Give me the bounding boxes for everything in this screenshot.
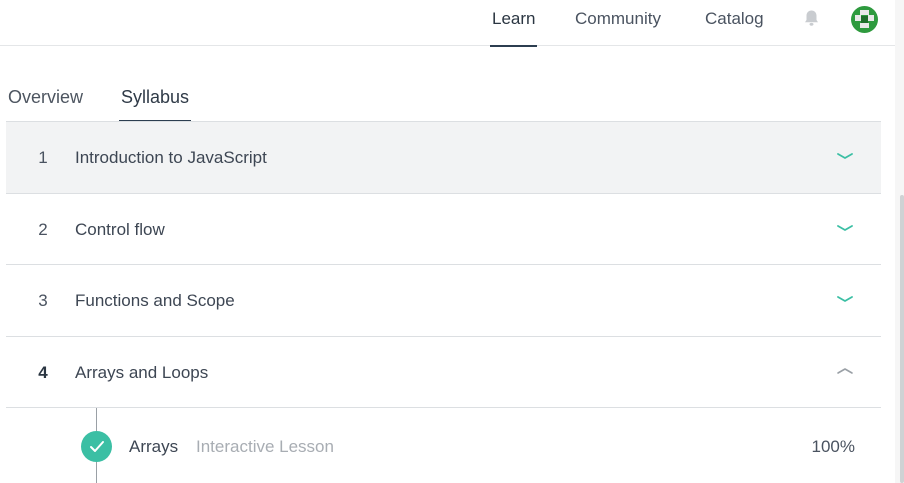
tab-syllabus[interactable]: Syllabus [119,86,192,123]
section-number: 3 [38,291,48,310]
completed-check-icon [81,431,112,462]
syllabus-section[interactable]: 3 Functions and Scope [6,264,881,336]
nav-learn[interactable]: Learn [490,9,538,47]
section-title: Introduction to JavaScript [75,148,267,167]
bell-icon[interactable] [803,9,820,27]
syllabus-section[interactable]: 2 Control flow [6,192,881,265]
syllabus-section[interactable]: 4 Arrays and Loops [6,335,881,408]
nav-community-label: Community [575,9,661,28]
chevron-down-icon[interactable] [836,222,854,234]
avatar[interactable] [851,6,878,33]
tab-syllabus-label: Syllabus [121,87,190,107]
lesson-type: Interactive Lesson [196,437,334,456]
section-title: Control flow [75,219,165,239]
nav-catalog-label: Catalog [705,9,764,28]
section-title: Arrays and Loops [75,362,209,382]
chevron-down-icon[interactable] [836,150,854,162]
lesson-row[interactable]: Arrays Interactive Lesson 100% [6,407,881,483]
chevron-up-icon[interactable] [836,365,854,377]
nav-learn-label: Learn [492,9,536,28]
section-number: 4 [38,362,48,382]
top-nav: Learn Community Catalog [0,0,895,47]
nav-community[interactable]: Community [575,9,661,46]
section-number: 2 [38,219,48,239]
section-number: 1 [38,148,48,167]
nav-catalog[interactable]: Catalog [705,9,764,46]
section-title: Functions and Scope [75,291,235,310]
tab-overview[interactable]: Overview [8,86,83,122]
lesson-progress: 100% [811,437,855,456]
chevron-down-icon[interactable] [836,293,854,305]
syllabus-list: 1 Introduction to JavaScript 2 Control f… [6,121,881,483]
scrollbar-thumb[interactable] [900,195,904,483]
nav-active-underline [490,45,538,47]
syllabus-section[interactable]: 1 Introduction to JavaScript [6,121,881,193]
lesson-title[interactable]: Arrays [129,437,178,457]
tab-overview-label: Overview [8,87,84,107]
